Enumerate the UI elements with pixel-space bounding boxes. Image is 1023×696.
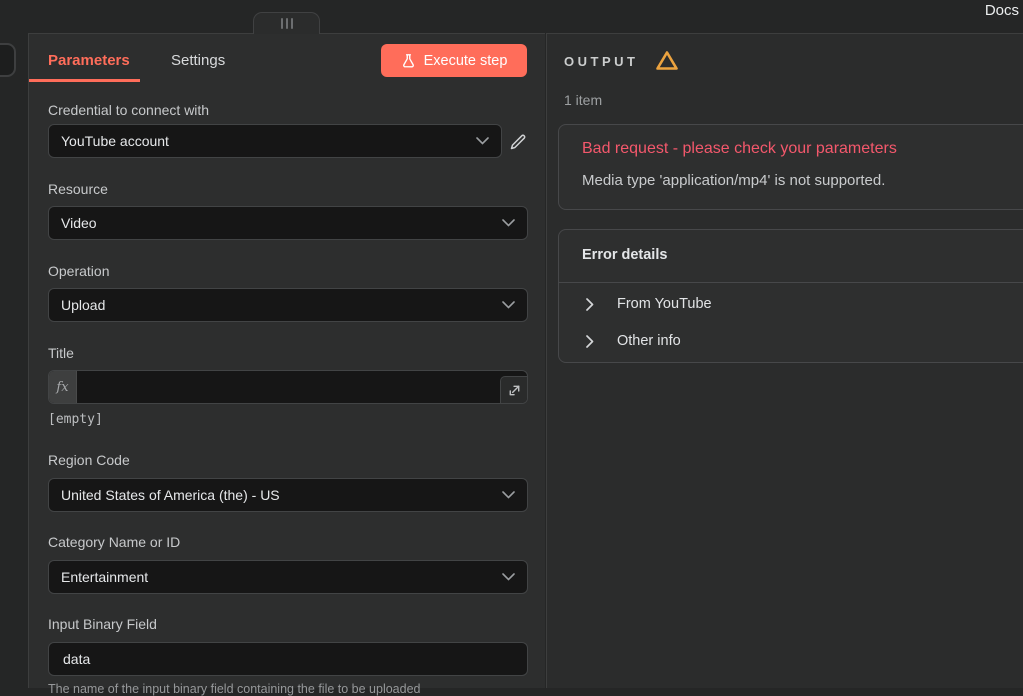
input-binary-field-help: The name of the input binary field conta… (48, 682, 528, 696)
execute-step-button[interactable]: Execute step (381, 44, 527, 77)
error-details-title: Error details (582, 247, 667, 263)
edit-credential-button[interactable] (508, 131, 530, 153)
error-message-card: Bad request - please check your paramete… (558, 124, 1023, 210)
top-bar: Docs (0, 0, 1023, 33)
chevron-down-icon (502, 573, 515, 581)
error-details-row-from-youtube[interactable]: From YouTube (559, 288, 1023, 320)
chevron-down-icon (502, 301, 515, 309)
resource-value: Video (61, 215, 494, 231)
category-label: Category Name or ID (48, 534, 180, 550)
fx-badge[interactable]: fx (49, 371, 77, 403)
output-panel: OUTPUT 1 item Bad request - please check… (546, 33, 1023, 688)
title-input[interactable] (77, 371, 527, 403)
region-code-label: Region Code (48, 452, 130, 468)
chevron-right-icon (586, 335, 594, 348)
credential-select[interactable]: YouTube account (48, 124, 502, 158)
background-panel-edge (0, 43, 16, 77)
chevron-right-icon (586, 298, 594, 311)
error-details-card: Error details From YouTube Other info (558, 229, 1023, 363)
drag-handle-icon (291, 18, 293, 29)
title-empty-hint: [empty] (48, 412, 103, 427)
pencil-icon (508, 132, 530, 152)
category-value: Entertainment (61, 569, 494, 585)
active-tab-underline (29, 79, 140, 82)
input-binary-field-label: Input Binary Field (48, 616, 157, 632)
warning-icon (655, 50, 679, 71)
chevron-down-icon (476, 137, 489, 145)
execute-step-label: Execute step (424, 53, 508, 69)
detail-row-label: Other info (617, 333, 681, 349)
node-settings-panel: Parameters Settings Execute step Credent… (28, 33, 545, 688)
operation-value: Upload (61, 297, 494, 313)
error-details-row-other-info[interactable]: Other info (559, 325, 1023, 357)
drag-handle-icon (286, 18, 288, 29)
output-panel-title: OUTPUT (564, 54, 638, 69)
drag-handle-icon (281, 18, 283, 29)
docs-link[interactable]: Docs (985, 2, 1019, 19)
expand-icon (507, 383, 522, 398)
operation-select[interactable]: Upload (48, 288, 528, 322)
chevron-down-icon (502, 219, 515, 227)
flask-icon (401, 53, 416, 69)
chevron-down-icon (502, 491, 515, 499)
region-code-select[interactable]: United States of America (the) - US (48, 478, 528, 512)
resource-select[interactable]: Video (48, 206, 528, 240)
region-code-value: United States of America (the) - US (61, 487, 494, 503)
tab-parameters[interactable]: Parameters (48, 52, 130, 69)
input-binary-field-box[interactable] (48, 642, 528, 676)
credential-label: Credential to connect with (48, 102, 209, 118)
error-title: Bad request - please check your paramete… (582, 140, 897, 158)
category-select[interactable]: Entertainment (48, 560, 528, 594)
output-item-count: 1 item (564, 92, 602, 108)
operation-label: Operation (48, 263, 109, 279)
detail-row-label: From YouTube (617, 296, 712, 312)
credential-value: YouTube account (61, 133, 468, 149)
title-label: Title (48, 345, 74, 361)
error-message: Media type 'application/mp4' is not supp… (582, 172, 885, 189)
title-expression-field[interactable]: fx (48, 370, 528, 404)
panel-drag-handle[interactable] (253, 12, 320, 34)
divider (559, 282, 1023, 283)
resource-label: Resource (48, 181, 108, 197)
tab-settings[interactable]: Settings (171, 52, 225, 69)
expand-expression-button[interactable] (500, 376, 527, 403)
input-binary-field-input[interactable] (61, 650, 515, 668)
